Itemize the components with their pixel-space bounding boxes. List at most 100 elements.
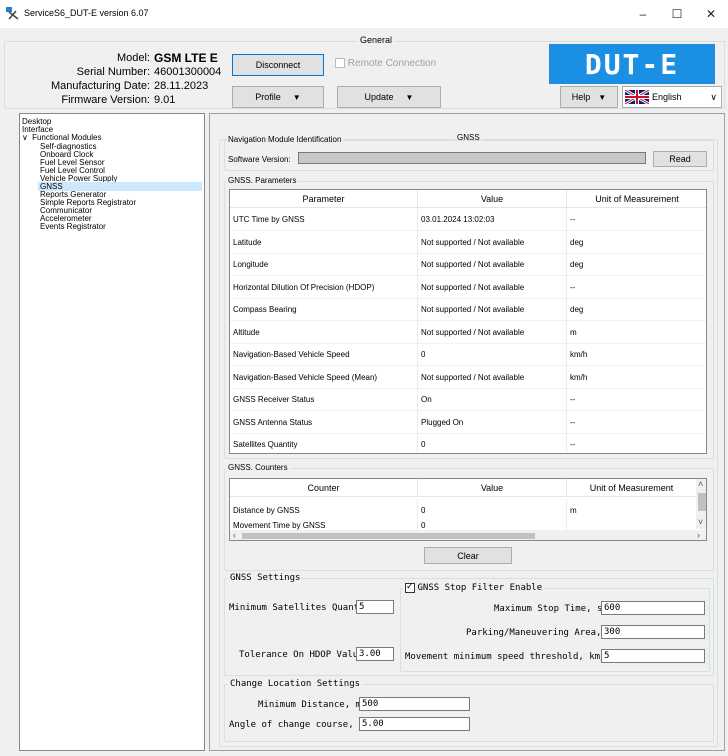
serial-value: 46001300004: [154, 66, 222, 78]
uk-flag-icon: [625, 90, 649, 104]
maximize-button[interactable]: ☐: [660, 0, 694, 28]
software-version-field[interactable]: [298, 152, 646, 164]
scroll-down-icon[interactable]: ˅: [698, 517, 703, 527]
table-row[interactable]: Navigation-Based Vehicle Speed 0 km/h: [230, 343, 706, 366]
stop-filter-checkbox[interactable]: ✓ GNSS Stop Filter Enable: [403, 580, 545, 593]
param-value: 03.01.2024 13:02:03: [418, 208, 567, 231]
params-header-value[interactable]: Value: [418, 190, 567, 208]
parking-area-label: Parking/Maneuvering Area, m:: [466, 628, 618, 638]
read-button[interactable]: Read: [653, 151, 707, 167]
counters-header-unit[interactable]: Unit of Measurement: [567, 479, 697, 497]
param-value: Not supported / Not available: [418, 230, 567, 254]
param-name: UTC Time by GNSS: [230, 208, 418, 231]
table-row[interactable]: Horizontal Dilution Of Precision (HDOP) N…: [230, 275, 706, 299]
param-name: Compass Bearing: [230, 298, 418, 321]
table-row[interactable]: UTC Time by GNSS 03.01.2024 13:02:03 --: [230, 208, 706, 231]
help-label: Help: [571, 92, 591, 102]
min-distance-input[interactable]: 500: [359, 697, 470, 711]
update-label: Update: [364, 92, 394, 102]
param-unit: km/h: [567, 343, 706, 366]
stop-filter-box[interactable]: ✓: [405, 580, 415, 593]
dropdown-arrow-icon: ▼: [292, 92, 301, 102]
table-row[interactable]: Compass Bearing Not supported / Not avail…: [230, 298, 706, 321]
scroll-thumb[interactable]: [242, 533, 535, 539]
check-icon: ✓: [406, 580, 414, 591]
params-header-unit[interactable]: Unit of Measurement: [567, 190, 706, 208]
scroll-right-icon[interactable]: ›: [697, 530, 700, 540]
table-row[interactable]: Movement Time by GNSS 0: [230, 522, 697, 530]
param-unit: km/h: [567, 366, 706, 389]
table-row[interactable]: Navigation-Based Vehicle Speed (Mean) Not…: [230, 365, 706, 389]
counter-unit: m: [567, 499, 697, 522]
param-name: Latitude: [230, 230, 418, 254]
scroll-thumb[interactable]: [698, 493, 706, 511]
param-unit: --: [567, 388, 706, 411]
movement-speed-input[interactable]: 5: [601, 649, 705, 663]
help-dropdown[interactable]: Help ▼: [560, 86, 618, 108]
hdop-tolerance-input[interactable]: 3.00: [356, 647, 394, 661]
counters-header-value[interactable]: Value: [418, 479, 567, 497]
movement-speed-label: Movement minimum speed threshold, km/h:: [405, 652, 617, 662]
scroll-up-icon[interactable]: ˄: [698, 479, 703, 489]
tree-item-events-registrator[interactable]: Events Registrator: [40, 222, 106, 231]
param-name: Horizontal Dilution Of Precision (HDOP): [230, 275, 418, 299]
param-unit: m: [567, 321, 706, 344]
param-unit: deg: [567, 253, 706, 276]
parking-area-input[interactable]: 300: [601, 625, 705, 639]
max-stop-time-input[interactable]: 600: [601, 601, 705, 615]
window-title: ServiceS6_DUT-E version 6.07: [24, 8, 149, 18]
counters-header-counter[interactable]: Counter: [230, 479, 418, 497]
remote-connection-box[interactable]: [335, 58, 345, 69]
dropdown-arrow-icon: ▼: [405, 92, 414, 102]
chevron-down-icon[interactable]: ∨: [22, 133, 28, 142]
counter-value: 0: [418, 499, 567, 522]
counters-table[interactable]: Counter Value Unit of Measurement Distan…: [229, 478, 707, 541]
mfg-date-value: 28.11.2023: [154, 80, 209, 92]
serial-label: Serial Number:: [76, 66, 150, 78]
horizontal-scrollbar[interactable]: ‹ ›: [230, 530, 706, 540]
min-satellites-input[interactable]: 5: [356, 600, 394, 614]
title-bar: ServiceS6_DUT-E version 6.07 – ☐ ✕: [0, 0, 728, 28]
param-unit: --: [567, 208, 706, 231]
disconnect-button[interactable]: Disconnect: [232, 54, 324, 76]
param-unit: --: [567, 433, 706, 453]
model-value: GSM LTE E: [154, 51, 218, 65]
table-row[interactable]: Latitude Not supported / Not available deg: [230, 230, 706, 254]
param-name: Satellites Quantity: [230, 433, 418, 453]
remote-connection-label: Remote Connection: [347, 58, 437, 69]
param-unit: deg: [567, 298, 706, 321]
table-row[interactable]: GNSS Receiver Status On --: [230, 388, 706, 411]
change-location-title: Change Location Settings: [228, 679, 363, 689]
params-header-parameter[interactable]: Parameter: [230, 190, 418, 208]
stop-filter-label: GNSS Stop Filter Enable: [417, 583, 543, 593]
counter-name: Distance by GNSS: [230, 499, 418, 522]
tree-item-functional-modules[interactable]: ∨ Functional Modules: [22, 133, 101, 142]
vertical-scrollbar[interactable]: ˄ ˅: [696, 479, 706, 529]
table-row[interactable]: GNSS Antenna Status Plugged On --: [230, 410, 706, 434]
chevron-down-icon: ∨: [710, 91, 717, 102]
param-value: Not supported / Not available: [418, 320, 567, 344]
counters-title: GNSS. Counters: [226, 463, 290, 472]
change-location-group: [224, 684, 714, 742]
tree-item-label: Functional Modules: [32, 133, 102, 142]
param-value: Not supported / Not available: [418, 365, 567, 389]
param-name: GNSS Antenna Status: [230, 410, 418, 434]
remote-connection-checkbox[interactable]: Remote Connection: [335, 58, 436, 69]
params-table[interactable]: Parameter Value Unit of Measurement UTC …: [229, 189, 707, 454]
nav-id-title: Navigation Module Identification: [226, 135, 344, 144]
minimize-button[interactable]: –: [626, 0, 660, 28]
table-row[interactable]: Altitude Not supported / Not available m: [230, 320, 706, 344]
max-stop-time-label: Maximum Stop Time, s:: [494, 604, 608, 614]
course-angle-input[interactable]: 5.00: [359, 717, 470, 731]
update-dropdown[interactable]: Update ▼: [337, 86, 441, 108]
scroll-left-icon[interactable]: ‹: [233, 530, 236, 540]
table-row[interactable]: Longitude Not supported / Not available de…: [230, 253, 706, 276]
table-row[interactable]: Distance by GNSS 0 m: [230, 499, 697, 522]
close-button[interactable]: ✕: [694, 0, 728, 28]
language-select[interactable]: English ∨: [622, 86, 722, 108]
profile-dropdown[interactable]: Profile ▼: [232, 86, 324, 108]
param-name: GNSS Receiver Status: [230, 388, 418, 411]
table-row[interactable]: Satellites Quantity 0 --: [230, 433, 706, 453]
clear-button[interactable]: Clear: [424, 547, 512, 564]
counter-name: Movement Time by GNSS: [230, 522, 418, 530]
